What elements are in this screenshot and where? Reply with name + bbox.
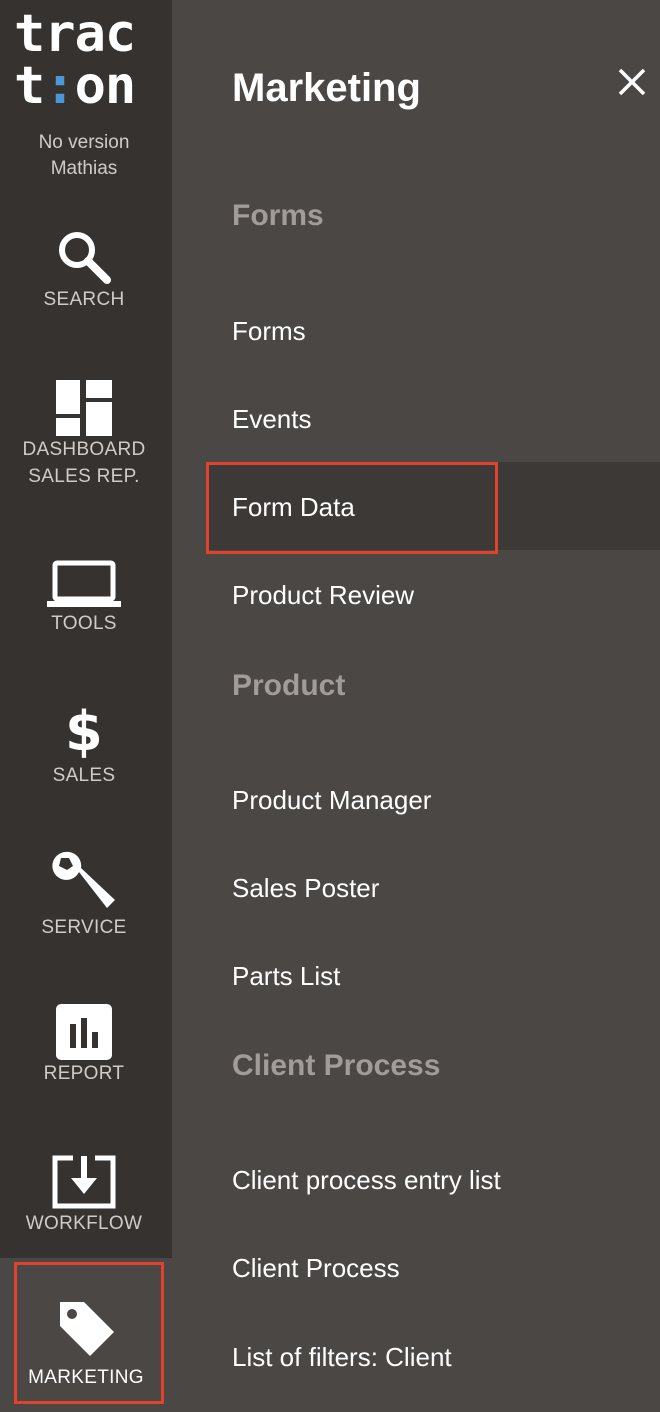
highlight-form-data — [206, 462, 498, 554]
bar-chart-icon — [56, 1004, 112, 1060]
menu-item-product-manager[interactable]: Product Manager — [232, 783, 431, 817]
menu-item-parts-list[interactable]: Parts List — [232, 959, 340, 993]
logo-line-2b: : — [44, 56, 75, 116]
sidebar-item-tools[interactable]: TOOLS — [0, 560, 168, 637]
dollar-icon: $ — [65, 700, 103, 763]
highlight-marketing — [14, 1262, 164, 1404]
sidebar-item-workflow[interactable]: WORKFLOW — [0, 1154, 168, 1237]
version-info: No version Mathias — [0, 130, 168, 182]
sidebar-item-report[interactable]: REPORT — [0, 1004, 168, 1087]
sidebar-item-dashboard[interactable]: DASHBOARD SALES REP. — [0, 380, 168, 490]
menu-item-sales-poster[interactable]: Sales Poster — [232, 871, 379, 905]
laptop-icon — [47, 560, 121, 607]
sidebar-item-label: REPORT — [43, 1063, 125, 1084]
section-heading-forms: Forms — [232, 199, 324, 232]
menu-item-client-process[interactable]: Client Process — [232, 1251, 400, 1285]
sidebar-item-service[interactable]: SERVICE — [0, 848, 168, 941]
section-heading-client-process: Client Process — [232, 1049, 441, 1082]
menu-item-list-of-filters-client[interactable]: List of filters: Client — [232, 1340, 452, 1374]
menu-item-forms[interactable]: Forms — [232, 314, 306, 348]
user-name: Mathias — [50, 158, 118, 179]
section-heading-product: Product — [232, 669, 346, 702]
wrench-icon — [52, 851, 115, 908]
version-text: No version — [38, 132, 130, 153]
download-tray-icon — [52, 1155, 116, 1209]
sidebar-item-label: SALES — [52, 765, 116, 786]
logo-line-2c: on — [74, 56, 137, 116]
close-icon[interactable] — [612, 62, 652, 102]
search-icon — [59, 232, 111, 284]
panel-title: Marketing — [232, 66, 421, 110]
menu-item-product-review[interactable]: Product Review — [232, 578, 414, 612]
logo-line-2a: t — [14, 56, 45, 116]
sidebar-item-search[interactable]: SEARCH — [0, 228, 168, 313]
menu-item-events[interactable]: Events — [232, 402, 312, 436]
menu-item-client-process-entry-list[interactable]: Client process entry list — [232, 1163, 501, 1197]
sidebar-item-label: SEARCH — [43, 289, 125, 310]
sidebar-item-label: TOOLS — [51, 613, 117, 634]
logo-line-1: trac — [14, 4, 136, 64]
sidebar-item-label: DASHBOARD SALES REP. — [22, 439, 146, 487]
traction-logo[interactable]: trac t:on — [14, 8, 160, 112]
sidebar: trac t:on No version Mathias SEARCH DASH… — [0, 0, 172, 1412]
dashboard-icon — [56, 380, 112, 436]
sidebar-item-label: WORKFLOW — [25, 1213, 143, 1234]
sidebar-item-sales[interactable]: $ SALES — [0, 702, 168, 789]
sidebar-item-label: SERVICE — [41, 917, 127, 938]
